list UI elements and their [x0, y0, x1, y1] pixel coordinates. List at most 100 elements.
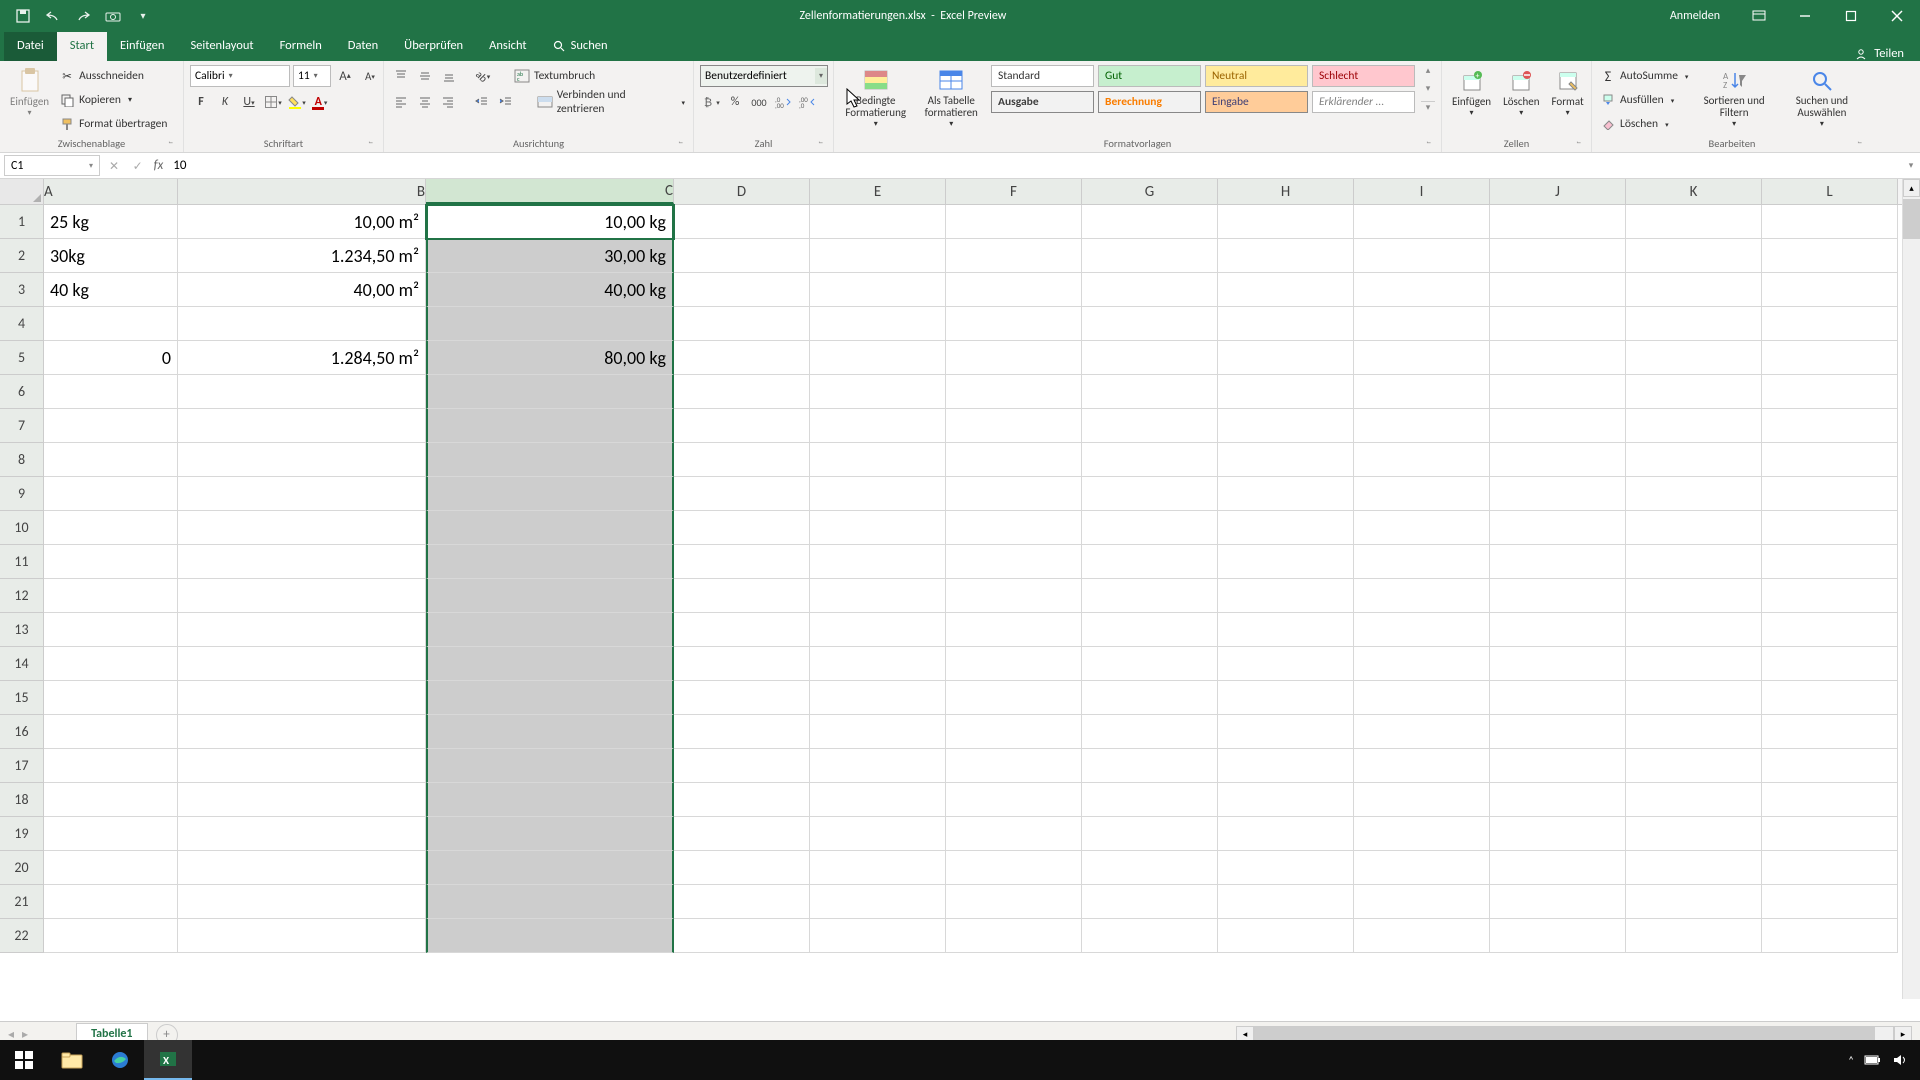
increase-font-icon[interactable]: A▴ — [334, 65, 356, 87]
cell-I14[interactable] — [1354, 647, 1490, 681]
cell-L3[interactable] — [1762, 273, 1898, 307]
cell-E15[interactable] — [810, 681, 946, 715]
cell-C20[interactable] — [426, 851, 674, 885]
wrap-text-button[interactable]: abcTextumbruch — [512, 65, 597, 87]
cell-H5[interactable] — [1218, 341, 1354, 375]
cell-A7[interactable] — [44, 409, 178, 443]
find-select-button[interactable]: Suchen und Auswählen▾ — [1778, 65, 1866, 131]
cell-I8[interactable] — [1354, 443, 1490, 477]
style-gut[interactable]: Gut — [1098, 65, 1201, 87]
cell-L9[interactable] — [1762, 477, 1898, 511]
cell-F13[interactable] — [946, 613, 1082, 647]
cell-K8[interactable] — [1626, 443, 1762, 477]
tab-data[interactable]: Daten — [335, 32, 391, 61]
cell-L15[interactable] — [1762, 681, 1898, 715]
cell-K5[interactable] — [1626, 341, 1762, 375]
row-header-13[interactable]: 13 — [0, 613, 44, 647]
cell-C8[interactable] — [426, 443, 674, 477]
cell-I20[interactable] — [1354, 851, 1490, 885]
decrease-font-icon[interactable]: A▾ — [359, 65, 381, 87]
cell-C16[interactable] — [426, 715, 674, 749]
col-header-A[interactable]: A — [44, 179, 178, 204]
cell-C3[interactable]: 40,00 kg — [426, 273, 674, 307]
cell-D22[interactable] — [674, 919, 810, 953]
cell-C5[interactable]: 80,00 kg — [426, 341, 674, 375]
cell-K3[interactable] — [1626, 273, 1762, 307]
conditional-formatting-button[interactable]: Bedingte Formatierung ▾ — [840, 65, 911, 131]
tab-view[interactable]: Ansicht — [476, 32, 539, 61]
font-size-combo[interactable]: 11▾ — [293, 65, 331, 87]
taskbar-excel[interactable]: X — [144, 1040, 192, 1080]
cell-D7[interactable] — [674, 409, 810, 443]
align-right-icon[interactable] — [438, 91, 460, 113]
cell-F4[interactable] — [946, 307, 1082, 341]
row-header-18[interactable]: 18 — [0, 783, 44, 817]
decrease-decimal-button[interactable]: ,00,0 — [796, 91, 818, 113]
cell-F16[interactable] — [946, 715, 1082, 749]
paste-button[interactable]: Einfügen ▾ — [6, 65, 53, 120]
cell-B4[interactable] — [178, 307, 426, 341]
tab-review[interactable]: Überprüfen — [391, 32, 476, 61]
row-header-3[interactable]: 3 — [0, 273, 44, 307]
cell-E6[interactable] — [810, 375, 946, 409]
format-cells-button[interactable]: Format▾ — [1548, 65, 1588, 120]
cell-L22[interactable] — [1762, 919, 1898, 953]
cell-A19[interactable] — [44, 817, 178, 851]
taskbar-edge[interactable] — [96, 1040, 144, 1080]
cell-H17[interactable] — [1218, 749, 1354, 783]
cell-L4[interactable] — [1762, 307, 1898, 341]
align-middle-icon[interactable] — [414, 65, 436, 87]
cell-K20[interactable] — [1626, 851, 1762, 885]
styles-scroll-down[interactable]: ▾ — [1421, 83, 1435, 94]
orientation-button[interactable]: ab▾ — [472, 65, 494, 87]
cell-C15[interactable] — [426, 681, 674, 715]
cell-G3[interactable] — [1082, 273, 1218, 307]
tab-start[interactable]: Start — [57, 32, 107, 61]
cell-K19[interactable] — [1626, 817, 1762, 851]
cell-K13[interactable] — [1626, 613, 1762, 647]
cell-I4[interactable] — [1354, 307, 1490, 341]
cell-C13[interactable] — [426, 613, 674, 647]
cell-F14[interactable] — [946, 647, 1082, 681]
delete-cells-button[interactable]: Löschen▾ — [1499, 65, 1543, 120]
cell-A12[interactable] — [44, 579, 178, 613]
cell-J17[interactable] — [1490, 749, 1626, 783]
cell-G15[interactable] — [1082, 681, 1218, 715]
cell-F18[interactable] — [946, 783, 1082, 817]
cell-J14[interactable] — [1490, 647, 1626, 681]
cell-L7[interactable] — [1762, 409, 1898, 443]
cell-K17[interactable] — [1626, 749, 1762, 783]
cell-J5[interactable] — [1490, 341, 1626, 375]
cell-B9[interactable] — [178, 477, 426, 511]
tray-volume-icon[interactable] — [1892, 1053, 1908, 1067]
cell-I17[interactable] — [1354, 749, 1490, 783]
cell-D14[interactable] — [674, 647, 810, 681]
cell-K18[interactable] — [1626, 783, 1762, 817]
fx-icon[interactable]: fx — [154, 158, 164, 173]
cell-E22[interactable] — [810, 919, 946, 953]
vertical-scrollbar[interactable]: ▴ — [1902, 179, 1920, 999]
cell-K7[interactable] — [1626, 409, 1762, 443]
cell-B15[interactable] — [178, 681, 426, 715]
cell-F19[interactable] — [946, 817, 1082, 851]
cell-F2[interactable] — [946, 239, 1082, 273]
cell-H8[interactable] — [1218, 443, 1354, 477]
row-header-1[interactable]: 1 — [0, 205, 44, 239]
cell-E13[interactable] — [810, 613, 946, 647]
cell-A6[interactable] — [44, 375, 178, 409]
undo-icon[interactable] — [44, 7, 62, 25]
comma-button[interactable]: 000 — [748, 91, 770, 113]
row-header-7[interactable]: 7 — [0, 409, 44, 443]
cell-G13[interactable] — [1082, 613, 1218, 647]
cell-D19[interactable] — [674, 817, 810, 851]
row-header-9[interactable]: 9 — [0, 477, 44, 511]
decrease-indent-icon[interactable] — [471, 91, 493, 113]
cell-K11[interactable] — [1626, 545, 1762, 579]
cell-H14[interactable] — [1218, 647, 1354, 681]
cell-J7[interactable] — [1490, 409, 1626, 443]
cell-H9[interactable] — [1218, 477, 1354, 511]
merge-center-button[interactable]: Verbinden und zentrieren▾ — [535, 91, 687, 113]
cell-E3[interactable] — [810, 273, 946, 307]
cell-C12[interactable] — [426, 579, 674, 613]
minimize-button[interactable] — [1782, 0, 1828, 31]
